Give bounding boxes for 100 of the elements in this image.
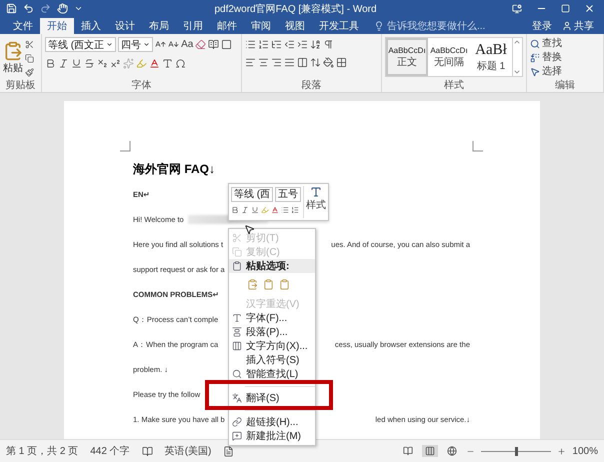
ribbon-tab[interactable]: 设计	[108, 18, 142, 34]
save-icon[interactable]	[6, 3, 17, 14]
letter-icon[interactable]	[162, 58, 173, 68]
corner-mark-icon	[120, 141, 131, 152]
touch-mode-icon[interactable]	[57, 3, 68, 14]
ribbon-tab[interactable]: 开发工具	[312, 18, 366, 34]
corner-mark-icon	[472, 141, 483, 152]
zoom-level[interactable]: 100%	[572, 446, 598, 456]
justify-icon[interactable]	[284, 56, 295, 68]
word-count[interactable]: 442 个字	[90, 444, 130, 458]
ribbon-tab[interactable]: 引用	[176, 18, 210, 34]
redo-icon[interactable]	[40, 3, 51, 14]
caret-icon[interactable]	[74, 4, 83, 13]
menu-item[interactable]: 新建批注(M)	[229, 429, 315, 443]
clipboard-icon[interactable]	[263, 278, 274, 290]
comment-icon	[232, 431, 242, 441]
line-spacing-icon[interactable]	[310, 56, 321, 68]
maximize-icon[interactable]	[560, 4, 570, 13]
ribbon-tab[interactable]: 审阅	[244, 18, 278, 34]
ribbon-tab[interactable]: 布局	[142, 18, 176, 34]
ribbon-tab[interactable]: 视图	[278, 18, 312, 34]
globe-icon[interactable]	[447, 446, 458, 456]
font-name-combo[interactable]: 等线 (西文正	[45, 37, 116, 52]
book-icon[interactable]	[208, 39, 220, 50]
decrease-indent-icon[interactable]	[284, 38, 295, 50]
font-color-icon[interactable]	[271, 206, 279, 214]
clipboard-icon[interactable]	[279, 278, 290, 290]
ribbon-tab[interactable]: 邮件	[210, 18, 244, 34]
superscript-icon[interactable]	[110, 58, 121, 68]
close-icon[interactable]	[584, 3, 594, 14]
multilevel-list-icon[interactable]	[271, 38, 282, 50]
ribbon-tab[interactable]: 文件	[6, 18, 40, 34]
undo-icon[interactable]	[23, 3, 34, 14]
eraser-icon[interactable]	[195, 39, 206, 50]
letter-icon	[232, 313, 242, 323]
zoom-thumb[interactable]	[515, 446, 518, 456]
format-painter-icon[interactable]	[25, 68, 34, 76]
sign-in-link[interactable]: 登录	[532, 19, 552, 33]
editing-command[interactable]: 查找	[530, 37, 600, 50]
increase-indent-icon[interactable]	[297, 38, 308, 50]
cut-icon[interactable]	[25, 40, 34, 48]
columns-icon[interactable]	[297, 56, 308, 68]
ribbon-tab[interactable]: 插入	[74, 18, 108, 34]
change-case-button[interactable]: Aa	[181, 38, 194, 51]
italic-icon[interactable]	[241, 206, 249, 214]
scroll-up-icon[interactable]	[513, 38, 521, 46]
caret-icon[interactable]	[143, 41, 150, 48]
menu-item[interactable]: 超链接(H)...	[229, 415, 315, 429]
menu-item[interactable]: 段落(P)...	[229, 325, 315, 339]
document-icon[interactable]	[223, 446, 234, 456]
numbering-icon[interactable]	[291, 206, 299, 214]
align-center-icon[interactable]	[258, 56, 269, 68]
italic-icon[interactable]	[58, 58, 69, 68]
lightbulb-icon[interactable]	[374, 21, 384, 31]
editing-command[interactable]: 替换	[530, 51, 600, 64]
copy-icon[interactable]	[25, 54, 34, 62]
tell-me-field[interactable]: 告诉我您想要做什么...	[387, 19, 486, 33]
style-option[interactable]: AaBbCcDı 正文	[386, 38, 428, 76]
page-count[interactable]: 第 1 页，共 2 页	[6, 444, 78, 458]
underline-icon[interactable]	[251, 206, 259, 214]
font-size-combo[interactable]: 五号	[275, 186, 302, 202]
strikethrough-icon[interactable]	[84, 58, 95, 68]
zoom-in-icon[interactable]	[557, 446, 566, 456]
editing-command[interactable]: 选择	[530, 65, 600, 78]
menu-item[interactable]: 插入符号(S)	[229, 353, 315, 367]
subscript-icon[interactable]	[97, 58, 108, 68]
numbering-icon[interactable]	[258, 38, 269, 50]
font-color-icon[interactable]	[149, 58, 160, 68]
print-layout-button[interactable]	[422, 445, 438, 457]
align-left-icon[interactable]	[245, 56, 256, 68]
font-name-combo[interactable]: 等线 (西	[231, 186, 274, 202]
paint-bucket-icon[interactable]	[323, 56, 334, 68]
language-indicator[interactable]: 英语(美国)	[164, 444, 212, 458]
clipboard-icon[interactable]	[247, 278, 258, 290]
group-label: 段落	[300, 79, 322, 92]
book-icon[interactable]	[142, 446, 153, 456]
menu-item[interactable]: 字体(F)...	[229, 311, 315, 325]
font-size-combo[interactable]: 四号	[118, 37, 154, 52]
search-icon	[530, 38, 540, 48]
underline-icon[interactable]	[71, 58, 82, 68]
caret-icon[interactable]	[106, 41, 114, 48]
square-icon[interactable]	[221, 39, 232, 50]
paste-button[interactable]: 粘贴	[3, 41, 23, 75]
bold-icon[interactable]	[231, 206, 239, 214]
omega-icon[interactable]	[175, 58, 186, 68]
letter-icon	[310, 186, 322, 198]
scroll-down-icon[interactable]	[513, 68, 521, 76]
menu-item[interactable]: 文字方向(X)...	[229, 339, 315, 353]
ribbon-display-options-icon[interactable]	[512, 4, 522, 14]
menu-item[interactable]: 翻译(S)	[229, 391, 315, 405]
read-mode-icon[interactable]	[403, 446, 414, 456]
bullets-icon[interactable]	[281, 206, 289, 214]
styles-button[interactable]: 样式	[303, 186, 326, 218]
ribbon-tab[interactable]: 开始	[40, 18, 74, 34]
menu-item[interactable]: 智能查找(L)	[229, 367, 315, 381]
bold-icon[interactable]	[45, 58, 56, 68]
borders-icon[interactable]	[336, 56, 347, 68]
sort-icon[interactable]	[310, 38, 321, 50]
pilcrow-icon[interactable]	[323, 38, 334, 50]
align-right-icon[interactable]	[271, 56, 282, 68]
